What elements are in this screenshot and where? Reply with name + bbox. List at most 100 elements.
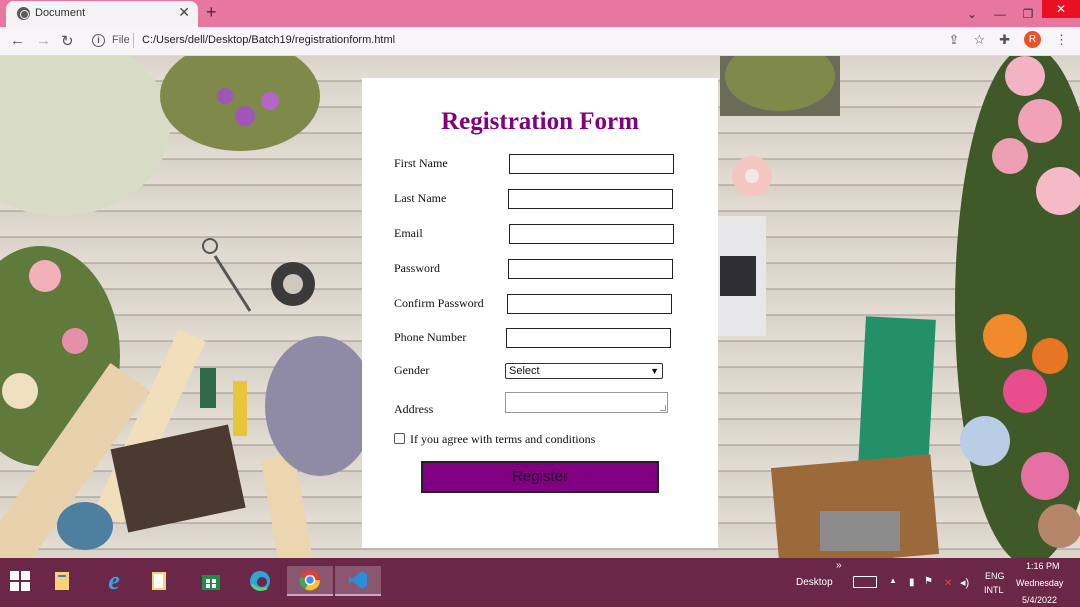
forward-button[interactable]: → [36, 32, 51, 49]
language-code[interactable]: ENG [985, 571, 1005, 581]
clock-date[interactable]: 5/4/2022 [1022, 595, 1057, 605]
url-divider [133, 33, 134, 48]
email-input[interactable] [509, 224, 674, 244]
vscode-icon[interactable] [335, 566, 381, 596]
chevron-down-icon: ▼ [650, 366, 659, 376]
keyboard-icon[interactable] [853, 576, 877, 588]
confirm-password-input[interactable] [507, 294, 672, 314]
info-icon[interactable]: i [92, 34, 105, 47]
scissors [213, 255, 252, 312]
confirm-password-label: Confirm Password [394, 296, 484, 310]
chrome-icon[interactable] [287, 566, 333, 596]
documents-icon[interactable] [145, 566, 175, 596]
lavender-bunch [265, 336, 375, 476]
dried-flower [1038, 504, 1080, 548]
tray-expand-icon[interactable]: ▲ [889, 576, 897, 585]
browser-tab[interactable]: Document ✕ [6, 1, 198, 27]
last-name-label: Last Name [394, 191, 447, 205]
cream-flower [2, 373, 38, 409]
edge-icon[interactable] [245, 566, 275, 596]
watering-can [57, 502, 113, 550]
url-text[interactable]: C:/Users/dell/Desktop/Batch19/registrati… [142, 34, 395, 46]
omnibox[interactable]: i File C:/Users/dell/Desktop/Batch19/reg… [84, 30, 944, 52]
globe-icon [17, 7, 30, 20]
tab-bar: Document ✕ + ⌄ — ❐ ✕ [0, 0, 1080, 27]
taskbar: e » Desktop ▲ ▮ ⚑ ✕ ◂) ENG INTL 1:16 PM … [0, 558, 1080, 607]
purple-flower [261, 92, 279, 110]
last-name-input[interactable] [508, 189, 673, 209]
address-bar: ← → ↻ i File C:/Users/dell/Desktop/Batch… [0, 27, 1080, 56]
clock-time[interactable]: 1:16 PM [1026, 561, 1060, 571]
restore-button[interactable]: ❐ [1014, 7, 1042, 21]
pink-flower [62, 328, 88, 354]
blue-hydrangea [960, 416, 1010, 466]
orange-flower [983, 314, 1027, 358]
page-background: Registration Form First Name Last Name E… [0, 56, 1080, 558]
pink-rose [1018, 99, 1062, 143]
security-icon[interactable]: ✕ [944, 578, 952, 589]
scissors-handle [202, 238, 218, 254]
terms-checkbox[interactable] [394, 433, 405, 444]
first-name-input[interactable] [509, 154, 674, 174]
url-scheme: File [112, 34, 130, 46]
reload-button[interactable]: ↻ [61, 32, 74, 50]
password-input[interactable] [508, 259, 673, 279]
pink-flower [1021, 452, 1069, 500]
window-controls: ⌄ — ❐ ✕ [958, 0, 1080, 27]
wire-brush [820, 511, 900, 551]
gender-label: Gender [394, 363, 430, 377]
profile-avatar[interactable]: R [1024, 31, 1041, 48]
first-name-label: First Name [394, 156, 448, 170]
ribbon-roll-core [745, 169, 759, 183]
green-foliage [160, 56, 320, 151]
address-label: Address [394, 402, 434, 416]
new-tab-button[interactable]: + [206, 2, 217, 23]
tape-roll-core [283, 274, 303, 294]
internet-explorer-icon[interactable]: e [99, 566, 129, 596]
volume-icon[interactable]: ◂) [960, 576, 969, 589]
magenta-flower [1003, 369, 1047, 413]
purple-flower [235, 106, 255, 126]
tab-search-button[interactable]: ⌄ [958, 7, 986, 21]
pink-rose [992, 138, 1028, 174]
laptop-keyboard [720, 256, 756, 296]
address-textarea[interactable] [505, 392, 668, 413]
pink-rose [1005, 56, 1045, 96]
close-window-button[interactable]: ✕ [1042, 0, 1080, 18]
file-explorer-icon[interactable] [48, 566, 78, 596]
gender-select[interactable]: Select ▼ [505, 363, 663, 379]
share-icon[interactable]: ⇪ [949, 32, 960, 48]
register-button[interactable]: Register [421, 461, 659, 493]
page-title: Registration Form [441, 108, 639, 135]
clock-day[interactable]: Wednesday [1016, 578, 1063, 588]
minimize-button[interactable]: — [986, 7, 1014, 21]
desktop-toolbar-label[interactable]: Desktop [796, 577, 833, 588]
pink-rose [29, 260, 61, 292]
terms-label: If you agree with terms and conditions [410, 432, 596, 446]
overflow-chevron[interactable]: » [836, 560, 842, 571]
phone-number-input[interactable] [506, 328, 671, 348]
password-label: Password [394, 261, 441, 275]
green-foam-block [858, 316, 936, 470]
tab-close-button[interactable]: ✕ [178, 4, 190, 21]
green-spool [200, 368, 216, 408]
toolbar-actions: ⇪ ☆ ✚ R ⋮ [949, 31, 1068, 48]
back-button[interactable]: ← [10, 32, 25, 49]
bookmark-star-icon[interactable]: ☆ [973, 32, 985, 48]
windows-start-icon[interactable] [5, 566, 35, 596]
email-label: Email [394, 226, 423, 240]
battery-icon[interactable]: ▮ [909, 577, 915, 588]
store-icon[interactable] [196, 566, 226, 596]
babys-breath-flowers [0, 56, 170, 216]
menu-icon[interactable]: ⋮ [1055, 32, 1068, 48]
gender-select-value: Select [509, 365, 540, 377]
extensions-icon[interactable]: ✚ [999, 32, 1010, 48]
phone-number-label: Phone Number [394, 330, 467, 344]
yellow-spool [233, 381, 247, 436]
orange-flower [1032, 338, 1068, 374]
network-icon[interactable]: ⚑ [924, 576, 933, 587]
purple-flower [217, 88, 233, 104]
language-layout[interactable]: INTL [984, 585, 1004, 595]
registration-form-card: Registration Form First Name Last Name E… [362, 78, 718, 548]
tab-title: Document [35, 7, 86, 19]
